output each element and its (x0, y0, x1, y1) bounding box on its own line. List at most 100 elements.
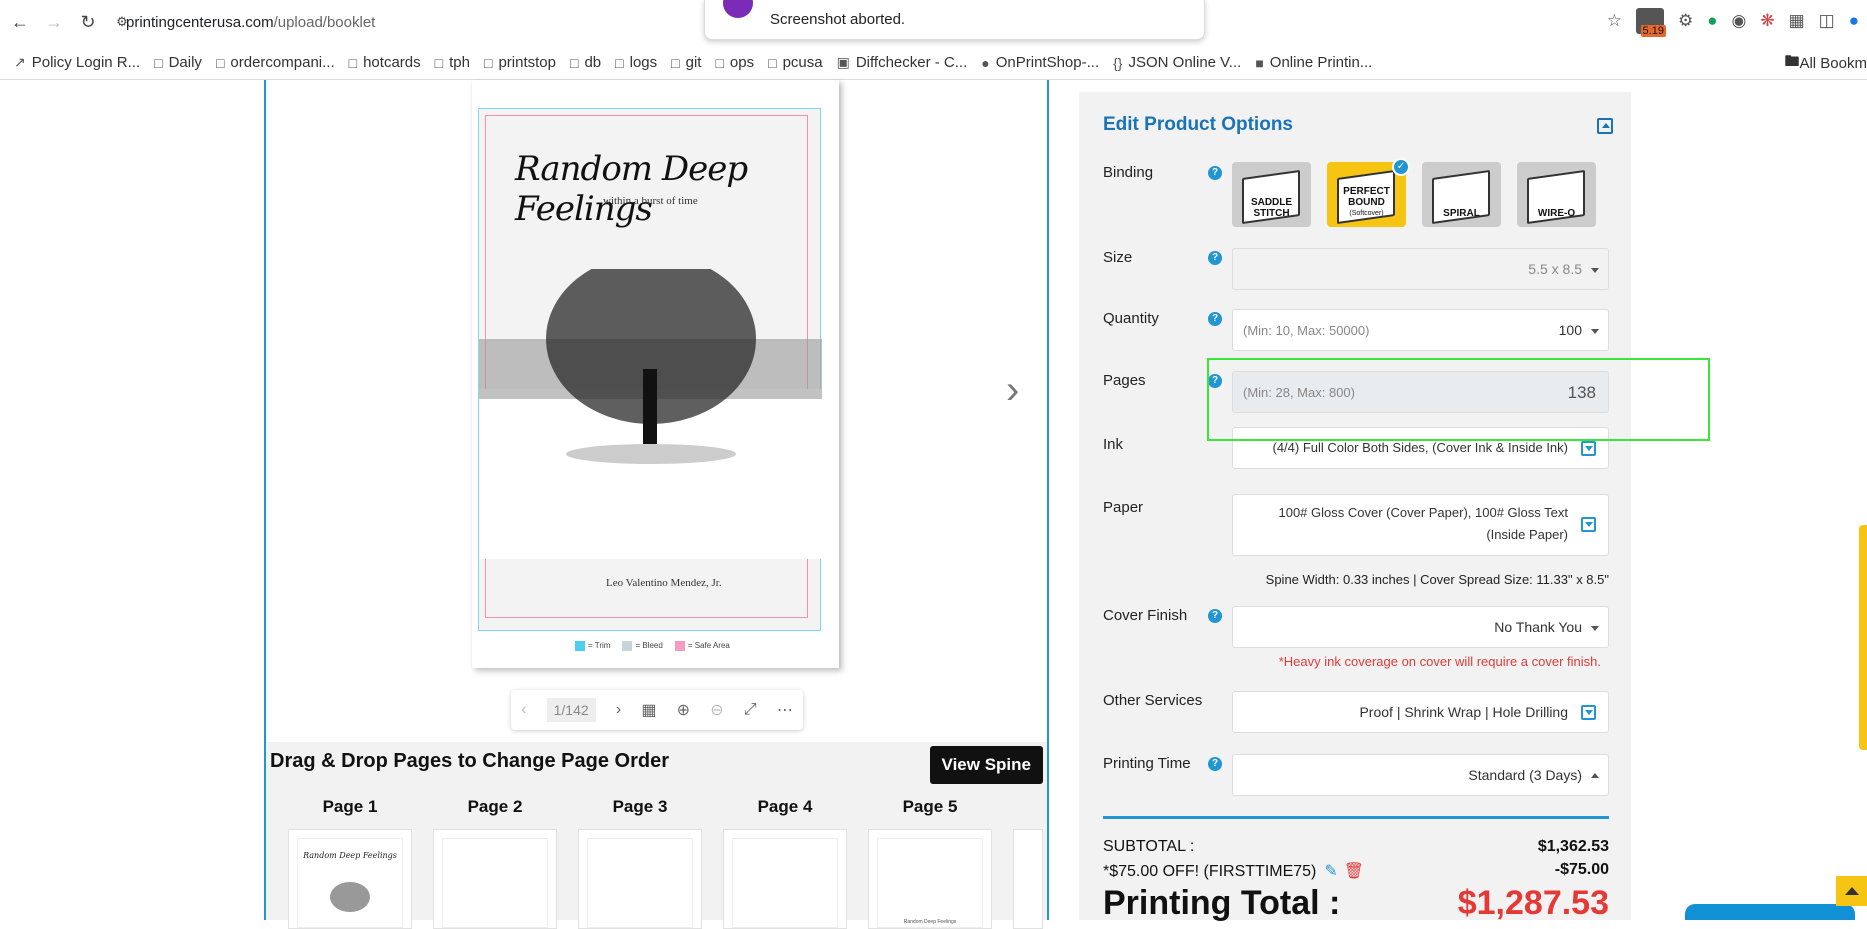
bookmark-item[interactable]: □ git (671, 54, 701, 71)
folder-icon: □ (768, 54, 777, 71)
side-scroll-tab[interactable] (1859, 525, 1867, 750)
view-spine-button[interactable]: View Spine (929, 746, 1043, 784)
help-icon[interactable]: ? (1208, 166, 1222, 180)
help-icon[interactable]: ? (1208, 757, 1222, 771)
help-icon[interactable]: ? (1208, 609, 1222, 623)
page-thumb-1[interactable]: Page 1 Random Deep Feelings (288, 797, 412, 929)
cover-title: Random Deep Feelings (515, 149, 748, 229)
quantity-select[interactable]: (Min: 10, Max: 50000) 100 (1232, 309, 1609, 351)
binding-perfect-bound[interactable]: PERFECT BOUND (Softcover) ✓ (1327, 158, 1410, 227)
bookmark-label: OnPrintShop-... (995, 54, 1100, 71)
camera-icon[interactable]: ◉ (1732, 11, 1747, 31)
folder-icon: □ (615, 54, 624, 71)
page-thumb-6[interactable] (1013, 797, 1043, 929)
bookmark-item[interactable]: ■ Online Printin... (1255, 54, 1372, 71)
bookmark-item[interactable]: {} JSON Online V... (1113, 54, 1241, 71)
page-label: Page 2 (467, 797, 523, 816)
remove-coupon-icon[interactable]: 🗑 (1344, 863, 1364, 880)
chevron-down-icon (1591, 626, 1599, 631)
cover-finish-select[interactable]: No Thank You (1232, 606, 1609, 648)
next-page-arrow-icon[interactable]: › (1006, 368, 1019, 413)
extension-badge-icon[interactable]: 5.19 (1635, 8, 1666, 37)
collapse-icon[interactable] (1597, 118, 1613, 134)
page-thumbnail (578, 829, 702, 929)
product-options-panel: Edit Product Options Binding ? SADDLE ST… (1079, 92, 1631, 922)
reload-icon[interactable]: ↻ (74, 8, 102, 36)
printing-time-value: Standard (3 Days) (1468, 767, 1582, 783)
bookmark-item[interactable]: ● OnPrintShop-... (981, 54, 1099, 71)
legend-trim: = Trim (575, 641, 610, 651)
guide-legend: = Trim = Bleed = Safe Area (575, 641, 730, 651)
bookmark-item[interactable]: □ ops (715, 54, 754, 71)
all-bookmarks[interactable]: 🖿 All Bookm (1774, 46, 1867, 79)
scroll-to-top-icon[interactable] (1836, 876, 1867, 906)
bookmark-item[interactable]: □ Daily (154, 54, 202, 71)
binding-wire-o[interactable]: WIRE-O (1517, 162, 1596, 227)
bookmark-item[interactable]: □ ordercompani... (216, 54, 335, 71)
next-page-icon[interactable]: › (616, 701, 621, 719)
paper-select[interactable]: 100# Gloss Cover (Cover Paper), 100# Glo… (1232, 494, 1609, 556)
ink-value: (4/4) Full Color Both Sides, (Cover Ink … (1272, 440, 1568, 455)
cover-preview[interactable]: Random Deep Feelings within a burst of t… (472, 80, 839, 668)
forward-icon[interactable]: → (40, 8, 68, 36)
bookmark-item[interactable]: □ tph (435, 54, 470, 71)
bookmark-label: printstop (498, 54, 556, 71)
folder-icon: □ (215, 54, 225, 71)
binding-saddle-stitch[interactable]: SADDLE STITCH (1232, 162, 1311, 227)
pages-label: Pages (1103, 372, 1146, 389)
total-value: $1,287.53 (1457, 884, 1609, 922)
bookmark-item[interactable]: ▣ Diffchecker - C... (837, 54, 968, 71)
more-options-icon[interactable]: ⋯ (777, 700, 793, 720)
thumb-cover-title: Random Deep Feelings (303, 851, 397, 860)
folder-icon: 🖿 (1784, 52, 1800, 70)
binding-spiral[interactable]: SPIRAL (1422, 162, 1501, 227)
discount-row: *$75.00 OFF! (FIRSTTIME75) ✎ 🗑 -$75.00 (1103, 861, 1609, 881)
folder-icon: □ (569, 54, 579, 71)
bookmark-label: pcusa (782, 54, 823, 71)
chat-widget[interactable] (1685, 904, 1855, 920)
bookmark-item[interactable]: □ pcusa (768, 54, 823, 71)
page-thumb-4[interactable]: Page 4 (723, 797, 847, 929)
grammarly-icon[interactable]: ● (1707, 11, 1717, 31)
binding-option-label: WIRE-O (1537, 208, 1576, 219)
fullscreen-icon[interactable]: ⤢ (744, 701, 757, 719)
page-thumb-3[interactable]: Page 3 (578, 797, 702, 929)
spine-info: Spine Width: 0.33 inches | Cover Spread … (1265, 572, 1609, 587)
paper-value-line-1: 100# Gloss Cover (Cover Paper), 100# Glo… (1278, 505, 1568, 520)
size-select[interactable]: 5.5 x 8.5 (1232, 248, 1609, 290)
grid-view-icon[interactable]: ▦ (641, 700, 656, 720)
focus-highlight-box (1207, 358, 1710, 441)
extension-gear-icon[interactable]: ⚙ (1678, 11, 1693, 31)
help-icon[interactable]: ? (1208, 312, 1222, 326)
zoom-in-icon[interactable]: ⊕ (677, 700, 690, 720)
help-icon[interactable]: ? (1208, 251, 1222, 265)
back-icon[interactable]: ← (6, 8, 34, 36)
prev-page-icon[interactable]: ‹ (521, 701, 526, 719)
address-bar[interactable]: printingcenterusa.com/upload/booklet (126, 9, 375, 36)
page-order-section: Drag & Drop Pages to Change Page Order V… (266, 742, 1047, 929)
page-label: Page 5 (902, 797, 958, 816)
bookmark-item[interactable]: □ db (570, 54, 601, 71)
page-thumb-2[interactable]: Page 2 (433, 797, 557, 929)
bookmark-star-icon[interactable]: ☆ (1607, 11, 1622, 31)
profile-avatar-icon[interactable]: ● (1849, 11, 1859, 31)
edit-coupon-icon[interactable]: ✎ (1324, 863, 1337, 880)
printing-time-select[interactable]: Standard (3 Days) (1232, 754, 1609, 796)
extensions-puzzle-icon[interactable]: ▦ (1789, 11, 1805, 31)
subtotal-label: SUBTOTAL : (1103, 838, 1195, 855)
chevron-down-icon (1591, 329, 1599, 334)
folder-icon: □ (154, 54, 163, 71)
other-services-select[interactable]: Proof | Shrink Wrap | Hole Drilling (1232, 691, 1609, 733)
bookmark-item[interactable]: ↗ Policy Login R... (14, 54, 140, 71)
toolbar-icons: ☆ 5.19 ⚙ ● ◉ ❋ ▦ ◫ ● (1607, 8, 1867, 37)
zoom-out-icon[interactable]: ⊖ (710, 700, 723, 720)
side-panel-icon[interactable]: ◫ (1819, 11, 1835, 31)
bookmark-item[interactable]: □ logs (615, 54, 657, 71)
url-path: /upload/booklet (273, 14, 376, 31)
bookmark-item[interactable]: □ hotcards (349, 54, 421, 71)
color-picker-icon[interactable]: ❋ (1760, 11, 1774, 31)
cover-subtitle: within a burst of time (603, 195, 698, 207)
page-thumb-5[interactable]: Page 5 Random Deep Feelings (868, 797, 992, 929)
bookmark-item[interactable]: □ printstop (484, 54, 556, 71)
extension-badge-count: 5.19 (1640, 25, 1666, 37)
